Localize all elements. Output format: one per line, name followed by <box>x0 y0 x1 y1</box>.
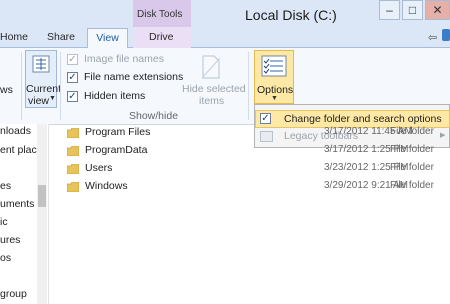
panes-button-label[interactable]: ws <box>0 84 13 96</box>
maximize-icon: □ <box>408 3 417 17</box>
chevron-down-icon: ▼ <box>49 95 56 102</box>
nav-scrollbar[interactable] <box>37 124 47 304</box>
minimize-button[interactable]: – <box>379 0 400 20</box>
context-group-label: Disk Tools <box>137 9 183 20</box>
hide-selected-label-2: items <box>199 95 225 107</box>
folder-icon <box>67 164 79 174</box>
tab-view[interactable]: View <box>87 28 128 48</box>
nav-item-downloads[interactable]: nloads <box>0 125 31 137</box>
close-icon: ✕ <box>432 3 443 17</box>
ribbon-separator <box>60 52 61 120</box>
window-title: Local Disk (C:) <box>245 7 337 23</box>
tab-home[interactable]: Home <box>0 31 28 43</box>
file-name[interactable]: Users <box>85 162 112 174</box>
hidden-items-checkbox[interactable]: ✓ <box>67 91 78 102</box>
file-name-extensions-label[interactable]: File name extensions <box>84 71 183 83</box>
group-label-show-hide: Show/hide <box>129 110 179 122</box>
file-type: File folder <box>390 162 434 173</box>
file-name-extensions-checkbox[interactable]: ✓ <box>67 72 78 83</box>
image-file-names-checkbox: ✓ <box>67 54 78 65</box>
change-folder-options-label: Change folder and search options <box>284 113 442 125</box>
current-view-icon <box>32 55 50 73</box>
folder-icon <box>67 128 79 138</box>
file-name[interactable]: Program Files <box>85 126 150 138</box>
minimize-icon: – <box>386 3 393 17</box>
nav-item-videos[interactable]: os <box>0 252 11 264</box>
ribbon-separator <box>248 52 249 120</box>
file-type: File folder <box>390 126 434 137</box>
nav-scrollbar-thumb[interactable] <box>38 185 46 207</box>
tab-share[interactable]: Share <box>47 31 75 43</box>
file-name[interactable]: ProgramData <box>85 144 147 156</box>
maximize-button[interactable]: □ <box>402 0 423 20</box>
nav-item-recent-places[interactable]: ent plac <box>0 144 37 156</box>
file-type: File folder <box>390 180 434 191</box>
hide-selected-items-icon <box>201 55 221 79</box>
hide-selected-label-1: Hide selected <box>182 83 246 95</box>
ribbon-separator <box>21 52 22 120</box>
nav-item-pictures[interactable]: ures <box>0 234 20 246</box>
chevron-down-icon: ▼ <box>271 95 278 102</box>
image-file-names-label: Image file names <box>84 53 164 65</box>
submenu-arrow-icon: ▶ <box>440 132 446 139</box>
current-view-label-2: view <box>28 95 50 107</box>
tab-drive[interactable]: Drive <box>149 31 174 43</box>
hidden-items-label[interactable]: Hidden items <box>84 90 145 102</box>
help-icon[interactable] <box>442 29 450 41</box>
pin-ribbon-icon[interactable]: ⇦ <box>428 31 437 44</box>
file-name[interactable]: Windows <box>85 180 128 192</box>
folder-icon <box>67 182 79 192</box>
close-button[interactable]: ✕ <box>425 0 450 20</box>
nav-item-music[interactable]: ic <box>0 216 8 228</box>
folder-icon <box>67 146 79 156</box>
check-icon: ✓ <box>260 113 271 124</box>
toolbar-icon <box>260 131 273 142</box>
current-view-label-1: Current <box>26 83 62 95</box>
nav-item-homegroup[interactable]: group <box>0 288 27 300</box>
file-type: File folder <box>390 144 434 155</box>
nav-item-libraries[interactable]: es <box>0 180 11 192</box>
nav-item-documents[interactable]: uments <box>0 198 34 210</box>
options-icon <box>261 55 287 77</box>
